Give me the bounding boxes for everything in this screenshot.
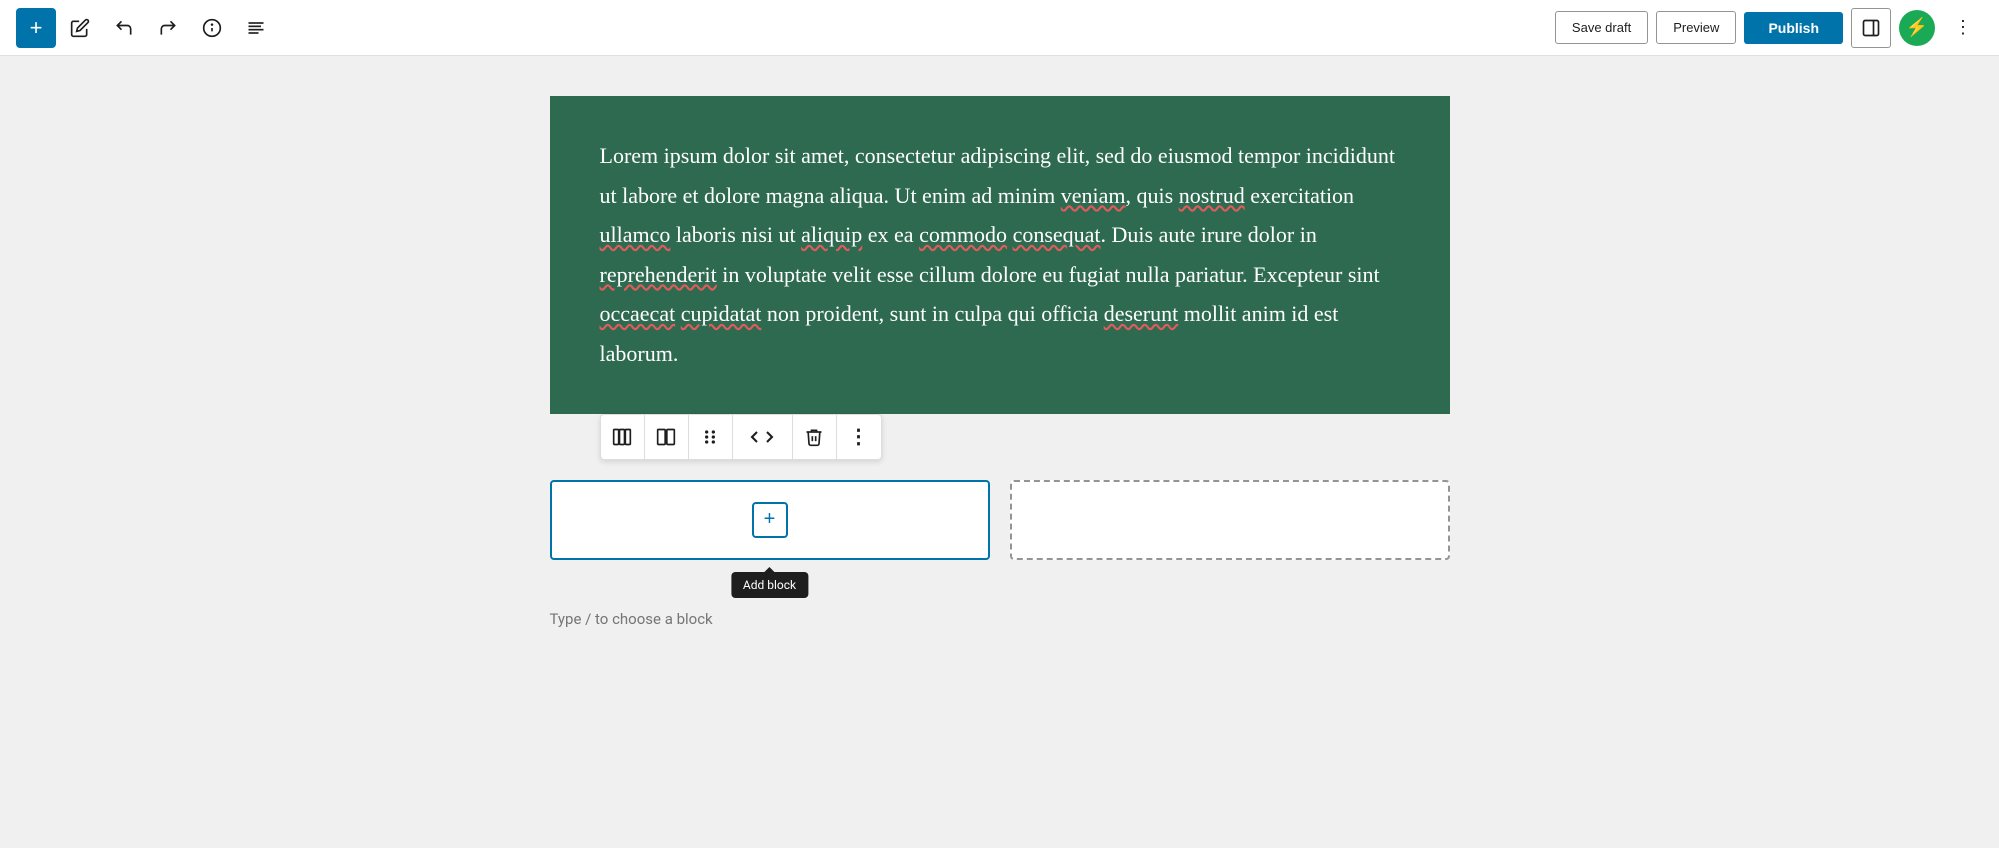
add-block-in-column-button[interactable]: +: [752, 502, 788, 538]
lightning-icon: ⚡: [1906, 17, 1928, 38]
drag-handle-button[interactable]: [689, 415, 733, 459]
green-block-text: Lorem ipsum dolor sit amet, consectetur …: [600, 136, 1400, 374]
delete-icon: [804, 427, 824, 447]
block-more-options-button[interactable]: ⋮: [837, 415, 881, 459]
plus-icon: +: [764, 508, 776, 531]
columns-icon: [612, 427, 632, 447]
redo-button[interactable]: [148, 8, 188, 48]
split-columns-button[interactable]: [645, 415, 689, 459]
more-options-button[interactable]: ⋮: [1943, 8, 1983, 48]
split-columns-icon: [656, 427, 676, 447]
code-editor-button[interactable]: [733, 415, 793, 459]
info-icon: [202, 18, 222, 38]
toolbar-right: Save draft Preview Publish ⚡ ⋮: [1555, 8, 1983, 48]
kebab-icon: ⋮: [1954, 17, 1972, 38]
columns-row: + Add block: [550, 480, 1450, 560]
top-toolbar: +: [0, 0, 1999, 56]
sidebar-icon: [1861, 18, 1881, 38]
sidebar-toggle-button[interactable]: [1851, 8, 1891, 48]
green-cover-block[interactable]: Lorem ipsum dolor sit amet, consectetur …: [550, 96, 1450, 414]
editor-content: Lorem ipsum dolor sit amet, consectetur …: [550, 96, 1450, 752]
left-column-block[interactable]: + Add block: [550, 480, 990, 560]
info-button[interactable]: [192, 8, 232, 48]
undo-button[interactable]: [104, 8, 144, 48]
block-toolbar: ⋮: [600, 414, 882, 460]
save-draft-button[interactable]: Save draft: [1555, 11, 1648, 44]
amp-button[interactable]: ⚡: [1899, 10, 1935, 46]
document-overview-button[interactable]: [236, 8, 276, 48]
publish-button[interactable]: Publish: [1744, 12, 1843, 44]
block-kebab-icon: ⋮: [849, 424, 869, 449]
edit-mode-button[interactable]: [60, 8, 100, 48]
code-icon: [750, 427, 774, 447]
add-block-toolbar-button[interactable]: +: [16, 8, 56, 48]
pencil-icon: [70, 18, 90, 38]
delete-block-button[interactable]: [793, 415, 837, 459]
grip-icon: [700, 427, 720, 447]
type-hint: Type / to choose a block: [550, 610, 1450, 628]
list-icon: [246, 18, 266, 38]
toolbar-left: +: [16, 8, 1555, 48]
redo-icon: [158, 18, 178, 38]
preview-button[interactable]: Preview: [1656, 11, 1736, 44]
add-block-tooltip: Add block: [731, 572, 808, 598]
right-column-block[interactable]: [1010, 480, 1450, 560]
content-area: Lorem ipsum dolor sit amet, consectetur …: [0, 56, 1999, 792]
undo-icon: [114, 18, 134, 38]
columns-layout-button[interactable]: [601, 415, 645, 459]
